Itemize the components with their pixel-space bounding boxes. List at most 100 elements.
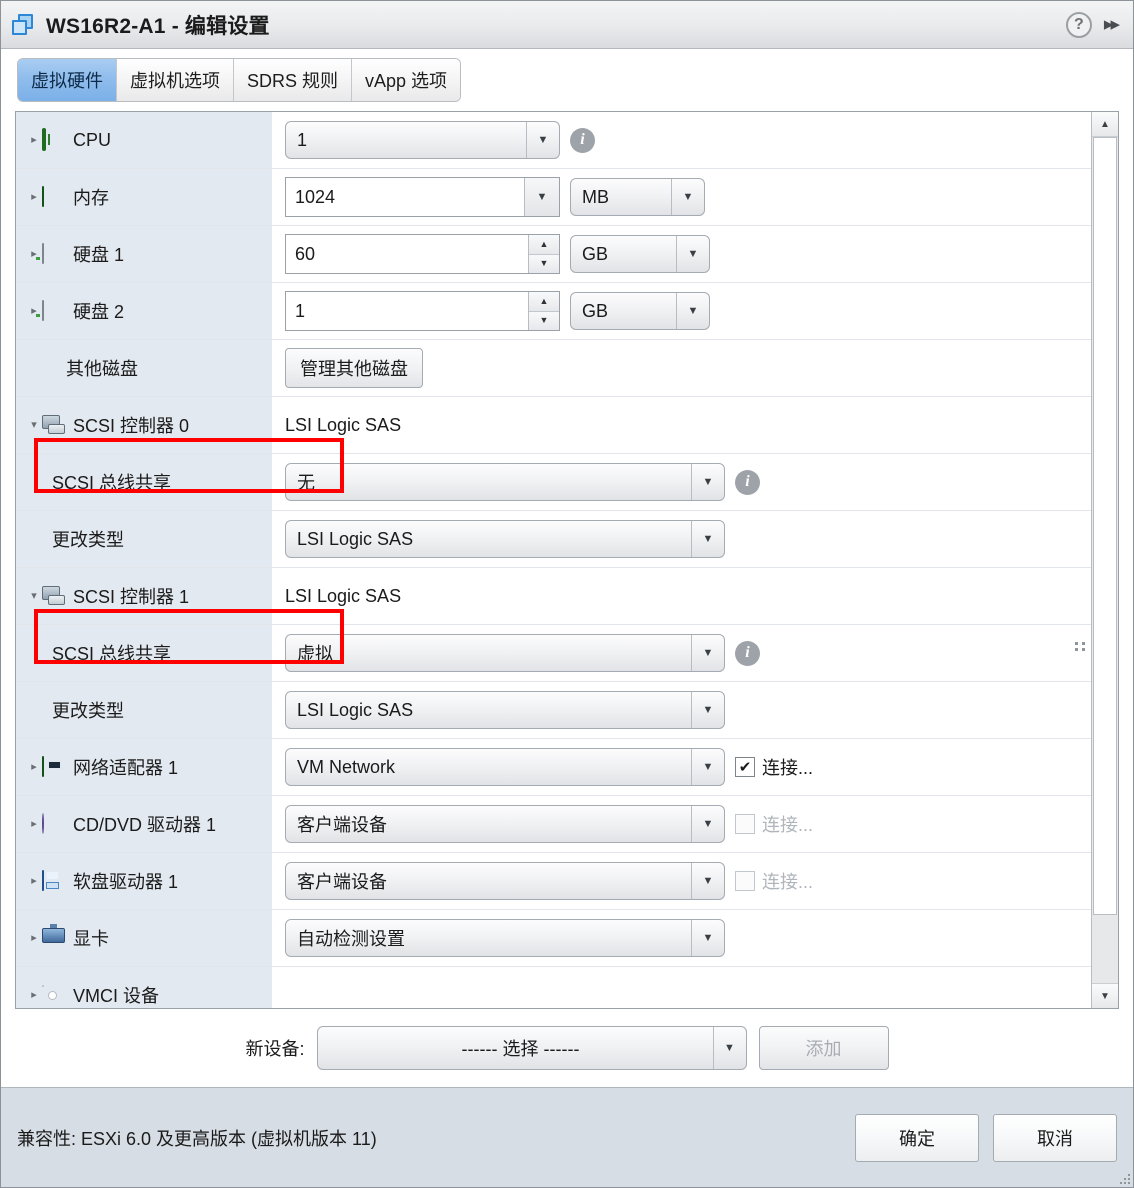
panel-resize-grip-icon[interactable]	[1075, 642, 1087, 652]
row-scsi-bus-sharing-1-value-cell: 虚拟 ▼ i	[273, 625, 1091, 681]
row-hard-disk-2[interactable]: ▸ 硬盘 2 1 ▲ ▼ GB ▼	[16, 283, 1091, 340]
hardware-list-viewport: ▸ CPU 1 ▼ i ▸ 内存 1024 ▼ MB ▼ ▸ 硬盘 1 60 ▲…	[16, 112, 1091, 1008]
memory-unit-dropdown[interactable]: MB ▼	[570, 178, 705, 216]
expand-twisty-icon[interactable]: ▸	[26, 932, 42, 944]
cpu-count-dropdown[interactable]: 1 ▼	[285, 121, 560, 159]
tab-sdrs-rules[interactable]: SDRS 规则	[234, 59, 353, 101]
row-scsi-controller-1[interactable]: ▾ SCSI 控制器 1 LSI Logic SAS	[16, 568, 1091, 625]
window-resize-grip-icon[interactable]	[1118, 1172, 1130, 1184]
collapse-twisty-icon[interactable]: ▾	[26, 419, 42, 431]
expand-twisty-icon[interactable]: ▸	[26, 875, 42, 887]
new-device-dropdown[interactable]: ------ 选择 ------ ▼	[316, 1026, 747, 1070]
network-adapter-1-connect-checkbox[interactable]: ✔ 连接...	[735, 754, 813, 780]
row-scsi-bus-sharing-1-label-cell: SCSI 总线共享	[16, 625, 273, 681]
row-scsi-bus-sharing-1-label: SCSI 总线共享	[52, 644, 172, 664]
row-scsi-bus-sharing-1[interactable]: SCSI 总线共享 虚拟 ▼ i	[16, 625, 1091, 682]
chevron-down-icon: ▼	[691, 635, 724, 671]
change-type-1-dropdown[interactable]: LSI Logic SAS ▼	[285, 691, 725, 729]
tab-vm-options[interactable]: 虚拟机选项	[117, 59, 234, 101]
row-network-adapter-1[interactable]: ▸ 网络适配器 1 VM Network ▼ ✔ 连接...	[16, 739, 1091, 796]
expand-icon[interactable]: ▸▸	[1104, 15, 1121, 34]
scsi-bus-sharing-1-info-icon[interactable]: i	[735, 640, 760, 666]
cd-dvd-drive-1-dropdown[interactable]: 客户端设备 ▼	[285, 805, 725, 843]
scrollbar-thumb[interactable]	[1093, 137, 1117, 916]
scrollbar-track[interactable]	[1092, 137, 1118, 983]
scsi-bus-sharing-1-dropdown[interactable]: 虚拟 ▼	[285, 634, 725, 672]
manage-other-disks-button[interactable]: 管理其他磁盘	[285, 348, 423, 388]
cd-dvd-drive-1-connect-label: 连接...	[762, 815, 814, 835]
row-floppy-drive-1-label-cell: ▸ 软盘驱动器 1	[16, 853, 273, 909]
memory-size-input[interactable]: 1024 ▼	[285, 177, 560, 217]
expand-twisty-icon[interactable]: ▸	[26, 989, 42, 1001]
hard-disk-1-unit-dropdown[interactable]: GB ▼	[570, 235, 710, 273]
collapse-twisty-icon[interactable]: ▾	[26, 590, 42, 602]
dialog-title: WS16R2-A1 - 编辑设置	[46, 14, 270, 38]
cpu-icon	[42, 128, 66, 151]
row-cd-dvd-drive-1[interactable]: ▸ CD/DVD 驱动器 1 客户端设备 ▼ 连接...	[16, 796, 1091, 853]
help-icon[interactable]: ?	[1065, 11, 1092, 38]
row-change-type-0-label: 更改类型	[52, 530, 124, 550]
change-type-0-dropdown[interactable]: LSI Logic SAS ▼	[285, 520, 725, 558]
scsi-bus-sharing-0-dropdown[interactable]: 无 ▼	[285, 463, 725, 501]
expand-twisty-icon[interactable]: ▸	[26, 761, 42, 773]
scsi-controller-1-type: LSI Logic SAS	[285, 585, 402, 606]
row-video-card-value-cell: 自动检测设置 ▼	[273, 910, 1091, 966]
row-video-card[interactable]: ▸ 显卡 自动检测设置 ▼	[16, 910, 1091, 967]
hard-disk-2-size-value: 1	[295, 300, 306, 321]
memory-icon	[42, 186, 66, 207]
hard-disk-icon	[42, 300, 66, 321]
expand-twisty-icon[interactable]: ▸	[26, 818, 42, 830]
edit-settings-dialog: WS16R2-A1 - 编辑设置 ? ▸▸ 虚拟硬件 虚拟机选项 SDRS 规则…	[0, 0, 1134, 1188]
row-change-type-0[interactable]: 更改类型 LSI Logic SAS ▼	[16, 511, 1091, 568]
row-memory-label: 内存	[73, 188, 109, 208]
cpu-info-icon[interactable]: i	[570, 127, 595, 153]
add-device-button[interactable]: 添加	[758, 1026, 889, 1070]
row-floppy-drive-1[interactable]: ▸ 软盘驱动器 1 客户端设备 ▼ 连接...	[16, 853, 1091, 910]
video-card-dropdown[interactable]: 自动检测设置 ▼	[285, 919, 725, 957]
row-cpu[interactable]: ▸ CPU 1 ▼ i	[16, 112, 1091, 169]
row-other-disks-label: 其他磁盘	[66, 359, 138, 379]
row-change-type-1-label: 更改类型	[52, 701, 124, 721]
row-other-disks-value-cell: 管理其他磁盘	[273, 340, 1091, 396]
hard-disk-2-unit-dropdown[interactable]: GB ▼	[570, 292, 710, 330]
row-scsi-bus-sharing-0[interactable]: SCSI 总线共享 无 ▼ i	[16, 454, 1091, 511]
row-other-disks[interactable]: ▸ 其他磁盘 管理其他磁盘	[16, 340, 1091, 397]
row-hard-disk-2-value-cell: 1 ▲ ▼ GB ▼	[273, 283, 1091, 339]
row-scsi-controller-0[interactable]: ▾ SCSI 控制器 0 LSI Logic SAS	[16, 397, 1091, 454]
hard-disk-icon	[42, 243, 66, 264]
checkbox-unchecked-icon	[735, 871, 755, 891]
floppy-drive-1-dropdown[interactable]: 客户端设备 ▼	[285, 862, 725, 900]
hard-disk-1-size-stepper[interactable]: 60 ▲ ▼	[285, 234, 560, 274]
scroll-up-button[interactable]: ▲	[1092, 112, 1118, 137]
scsi-bus-sharing-0-info-icon[interactable]: i	[735, 469, 760, 495]
ok-button[interactable]: 确定	[855, 1113, 979, 1162]
row-change-type-1[interactable]: 更改类型 LSI Logic SAS ▼	[16, 682, 1091, 739]
vertical-scrollbar[interactable]: ▲ ▼	[1091, 112, 1118, 1008]
row-cd-dvd-drive-1-value-cell: 客户端设备 ▼ 连接...	[273, 796, 1091, 852]
scsi-bus-sharing-1-value: 虚拟	[297, 644, 333, 664]
stepper-buttons[interactable]: ▲ ▼	[528, 292, 559, 330]
new-device-label: 新设备:	[245, 1039, 305, 1059]
cd-dvd-icon	[42, 813, 66, 834]
title-bar-actions: ? ▸▸	[1065, 11, 1121, 38]
chevron-down-icon: ▼	[691, 863, 724, 899]
chevron-down-icon[interactable]: ▼	[524, 178, 559, 216]
tab-vapp-options[interactable]: vApp 选项	[352, 59, 461, 101]
row-hard-disk-1[interactable]: ▸ 硬盘 1 60 ▲ ▼ GB ▼	[16, 226, 1091, 283]
chevron-down-icon: ▼	[712, 1027, 746, 1069]
network-adapter-1-dropdown[interactable]: VM Network ▼	[285, 748, 725, 786]
expand-twisty-icon[interactable]: ▸	[26, 191, 42, 203]
expand-twisty-icon[interactable]: ▸	[26, 134, 42, 146]
cancel-button[interactable]: 取消	[993, 1113, 1117, 1162]
scroll-down-button[interactable]: ▼	[1092, 983, 1118, 1008]
cpu-count-value: 1	[297, 129, 308, 150]
row-vmci-device[interactable]: ▸ VMCI 设备	[16, 967, 1091, 1008]
tab-virtual-hardware[interactable]: 虚拟硬件	[18, 59, 117, 101]
row-memory[interactable]: ▸ 内存 1024 ▼ MB ▼	[16, 169, 1091, 226]
row-change-type-0-value-cell: LSI Logic SAS ▼	[273, 511, 1091, 567]
floppy-drive-1-connect-label: 连接...	[762, 872, 814, 892]
hard-disk-2-size-stepper[interactable]: 1 ▲ ▼	[285, 291, 560, 331]
chevron-down-icon: ▼	[691, 521, 724, 557]
row-network-adapter-1-label: 网络适配器 1	[73, 758, 179, 778]
stepper-buttons[interactable]: ▲ ▼	[528, 235, 559, 273]
